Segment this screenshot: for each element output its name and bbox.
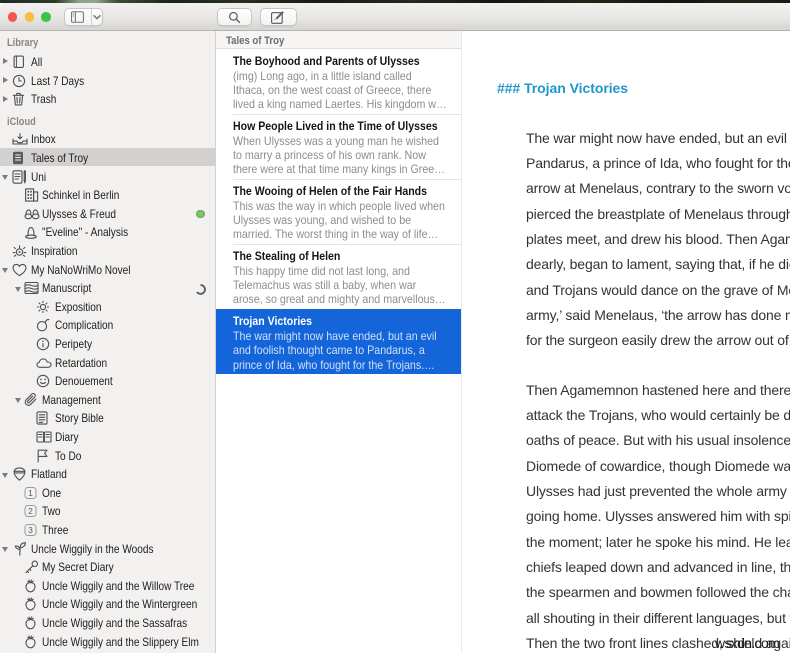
- svg-text:1: 1: [28, 488, 33, 498]
- svg-text:3: 3: [28, 525, 33, 535]
- svg-text:2: 2: [28, 506, 33, 516]
